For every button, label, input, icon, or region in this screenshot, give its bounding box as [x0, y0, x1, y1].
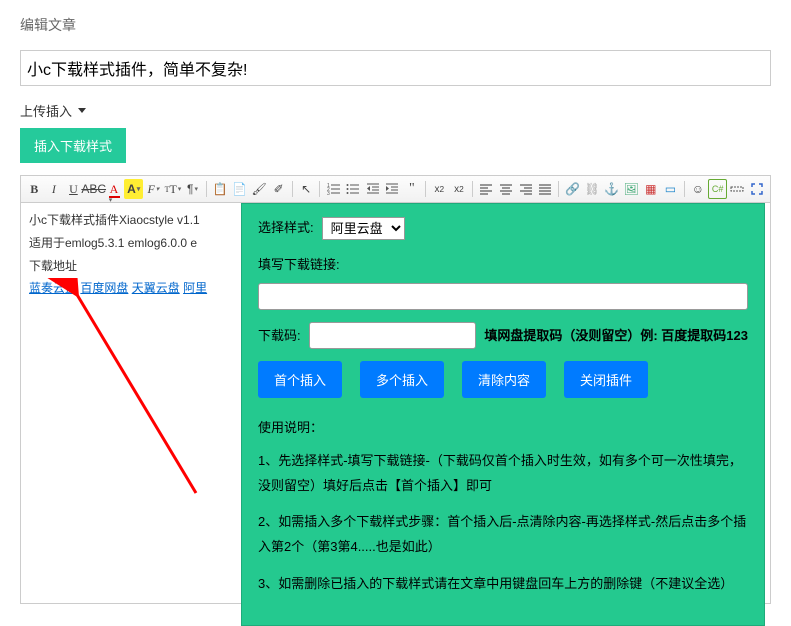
download-link[interactable]: 天翼云盘 [132, 281, 180, 295]
anchor-icon[interactable]: ⚓ [602, 179, 621, 199]
underline-icon[interactable]: U [64, 179, 83, 199]
style-select[interactable]: 阿里云盘 [322, 217, 405, 240]
upload-insert-label: 上传插入 [20, 101, 72, 120]
cursor-icon[interactable]: ↖ [297, 179, 316, 199]
instructions-block: 使用说明： 1、先选择样式-填写下载链接-（下载码仅首个插入时生效，如有多个可一… [258, 416, 748, 596]
paste-icon[interactable]: 📋 [211, 179, 230, 199]
outdent-icon[interactable] [363, 179, 382, 199]
font-color-icon[interactable]: A [105, 179, 124, 199]
blockquote-icon[interactable]: " [403, 179, 422, 199]
superscript-icon[interactable]: x2 [430, 179, 449, 199]
svg-text:3: 3 [327, 191, 330, 196]
unordered-list-icon[interactable] [344, 179, 363, 199]
rich-text-editor: B I U ABC A A F TT ¶ 📋 📄 🖌 ✐ ↖ 123 " x2 … [20, 175, 771, 604]
image-icon[interactable]: 🖼 [622, 179, 641, 199]
style-select-label: 选择样式: [258, 216, 314, 241]
ordered-list-icon[interactable]: 123 [324, 179, 343, 199]
annotation-arrow [41, 278, 221, 508]
flash-icon[interactable]: ▦ [642, 179, 661, 199]
fullscreen-icon[interactable] [748, 179, 767, 199]
align-center-icon[interactable] [497, 179, 516, 199]
link-icon[interactable]: 🔗 [563, 179, 582, 199]
smiley-icon[interactable]: ☺ [689, 179, 708, 199]
brush-icon[interactable]: 🖌 [250, 179, 269, 199]
first-insert-button[interactable]: 首个插入 [258, 361, 342, 398]
align-left-icon[interactable] [477, 179, 496, 199]
font-family-icon[interactable]: F [144, 179, 163, 199]
code-input-label: 下载码: [258, 324, 301, 349]
chevron-down-icon [78, 108, 86, 113]
multi-insert-button[interactable]: 多个插入 [360, 361, 444, 398]
download-code-input[interactable] [309, 322, 477, 349]
instruction-item: 1、先选择样式-填写下载链接-（下载码仅首个插入时生效，如有多个可一次性填完，没… [258, 449, 748, 498]
clear-content-button[interactable]: 清除内容 [462, 361, 546, 398]
indent-icon[interactable] [383, 179, 402, 199]
paste-word-icon[interactable]: 📄 [230, 179, 249, 199]
code-hint-text: 填网盘提取码（没则留空）例: 百度提取码123 [484, 324, 748, 349]
article-title-input[interactable] [20, 50, 771, 86]
instructions-heading: 使用说明： [258, 416, 748, 441]
download-link[interactable]: 百度网盘 [80, 281, 128, 295]
download-link[interactable]: 蓝奏云盘 [29, 281, 77, 295]
bold-icon[interactable]: B [25, 179, 44, 199]
instruction-item: 3、如需删除已插入的下载样式请在文章中用键盘回车上方的删除键（不建议全选） [258, 572, 748, 597]
clear-format-icon[interactable]: ✐ [269, 179, 288, 199]
insert-file-icon[interactable]: C# [708, 179, 727, 199]
italic-icon[interactable]: I [45, 179, 64, 199]
close-plugin-button[interactable]: 关闭插件 [564, 361, 648, 398]
link-input-label: 填写下载链接: [258, 253, 340, 278]
upload-insert-dropdown[interactable]: 上传插入 [20, 101, 771, 120]
download-style-modal: 选择样式: 阿里云盘 填写下载链接: 下载码: 填网盘提取码（没则留空）例: 百… [241, 203, 765, 626]
unlink-icon[interactable]: ⛓ [583, 179, 602, 199]
insert-download-style-button[interactable]: 插入下载样式 [20, 128, 126, 163]
editor-content-area[interactable]: 小c下载样式插件Xiaocstyle v1.1 适用于emlog5.3.1 em… [21, 203, 770, 603]
pagebreak-icon[interactable] [728, 179, 747, 199]
strikethrough-icon[interactable]: ABC [84, 179, 104, 199]
instruction-item: 2、如需插入多个下载样式步骤：首个插入后-点清除内容-再选择样式-然后点击多个插… [258, 510, 748, 559]
media-icon[interactable]: ▭ [661, 179, 680, 199]
download-link[interactable]: 阿里 [183, 281, 207, 295]
editor-toolbar: B I U ABC A A F TT ¶ 📋 📄 🖌 ✐ ↖ 123 " x2 … [21, 176, 770, 203]
align-right-icon[interactable] [516, 179, 535, 199]
paragraph-format-icon[interactable]: ¶ [183, 179, 202, 199]
highlight-icon[interactable]: A [124, 179, 143, 199]
subscript-icon[interactable]: x2 [450, 179, 469, 199]
align-justify-icon[interactable] [536, 179, 555, 199]
download-link-input[interactable] [258, 283, 748, 310]
font-size-icon[interactable]: TT [164, 179, 183, 199]
page-title: 编辑文章 [20, 10, 771, 50]
